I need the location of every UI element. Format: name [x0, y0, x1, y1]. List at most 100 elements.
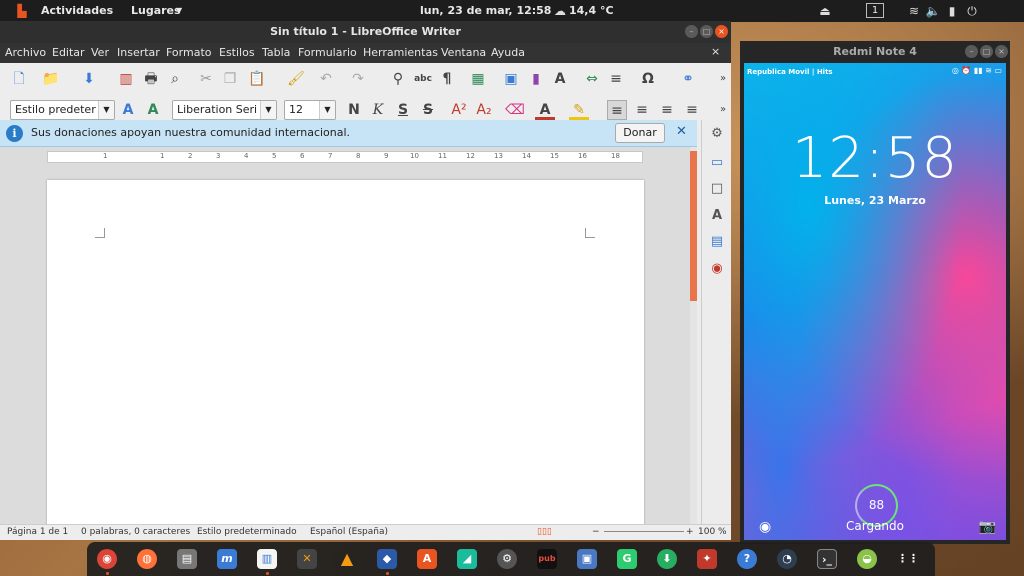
subscript-icon[interactable]: A₂	[474, 100, 494, 120]
status-zoom[interactable]: 100 %	[698, 527, 727, 537]
app-icon[interactable]: ▙	[14, 3, 30, 19]
superscript-icon[interactable]: A²	[449, 100, 469, 120]
weather-icon[interactable]: ☁	[552, 3, 568, 19]
download-icon[interactable]: ⬇	[657, 549, 677, 569]
clock-app-icon[interactable]: ◔	[777, 549, 797, 569]
menu-formulario[interactable]: Formulario	[298, 46, 357, 59]
italic-button[interactable]: K	[368, 100, 388, 120]
chevron-down-icon[interactable]: ▼	[319, 101, 335, 119]
find-replace-icon[interactable]: ⚲	[388, 69, 408, 89]
insert-field-icon[interactable]: ≡	[606, 69, 626, 89]
hyperlink-icon[interactable]: ⚭	[678, 69, 698, 89]
bold-button[interactable]: N	[344, 100, 364, 120]
donate-button[interactable]: Donar	[615, 123, 665, 143]
clone-formatting-icon[interactable]: 🖌	[286, 69, 306, 89]
horizontal-ruler[interactable]: 1 1 2 3 4 5 6 7 8 9 10 11 12 13 14 15 16…	[47, 151, 643, 163]
phone-screen[interactable]: Republica Movil | Hits ◎ ⏰ ▮▮ ≋ ▭ 12:58 …	[744, 63, 1006, 540]
vlc-icon[interactable]: ▲	[337, 549, 357, 569]
chevron-down-icon[interactable]: ▼	[98, 101, 114, 119]
page-icon[interactable]: □	[708, 180, 726, 198]
chrome-icon[interactable]: ◉	[97, 549, 117, 569]
clock-datetime[interactable]: lun, 23 de mar, 12:58	[420, 4, 551, 17]
insert-table-icon[interactable]: ▦	[468, 69, 488, 89]
gear-icon[interactable]: ⚙	[708, 125, 726, 143]
camera-icon[interactable]: 📷	[979, 519, 996, 535]
formatting-marks-icon[interactable]: ¶	[437, 69, 457, 89]
menu-insertar[interactable]: Insertar	[117, 46, 160, 59]
weather-temperature[interactable]: 14,4 °C	[569, 4, 614, 17]
new-document-icon[interactable]: 🗋	[9, 69, 29, 89]
strikethrough-button[interactable]: S	[418, 100, 438, 120]
menu-ayuda[interactable]: Ayuda	[491, 46, 525, 59]
underline-button[interactable]: S	[393, 100, 413, 120]
help-icon[interactable]: ?	[737, 549, 757, 569]
workspace-indicator[interactable]: 1	[866, 3, 884, 18]
navigator-icon[interactable]: ◉	[708, 260, 726, 278]
xampp-icon[interactable]: ✕	[297, 549, 317, 569]
align-center-icon[interactable]: ≡	[632, 100, 652, 120]
show-apps-icon[interactable]: ⋮⋮	[897, 549, 919, 569]
view-layout-icon[interactable]: ▯▯▯	[537, 527, 552, 537]
document-canvas[interactable]	[0, 147, 697, 524]
minimize-icon[interactable]: –	[685, 25, 698, 38]
gallery-icon[interactable]: ▤	[708, 233, 726, 251]
software-center-icon[interactable]: A	[417, 549, 437, 569]
copy-icon[interactable]: ❐	[220, 69, 240, 89]
status-language[interactable]: Español (España)	[310, 527, 388, 537]
terminal-icon[interactable]: ›_	[817, 549, 837, 569]
anydesk-icon[interactable]: ◢	[457, 549, 477, 569]
status-page-style[interactable]: Estilo predeterminado	[197, 527, 297, 537]
vertical-scrollbar[interactable]	[690, 147, 697, 524]
close-icon[interactable]: ×	[715, 25, 728, 38]
settings-app-icon[interactable]: ⚙	[497, 549, 517, 569]
shotwell-icon[interactable]: ✦	[697, 549, 717, 569]
zoom-slider[interactable]	[604, 531, 684, 532]
activities-button[interactable]: Actividades	[41, 4, 113, 17]
insert-textbox-icon[interactable]: A	[550, 69, 570, 89]
places-menu[interactable]: Lugares	[131, 4, 181, 17]
menu-editar[interactable]: Editar	[52, 46, 85, 59]
android-icon[interactable]: ◒	[857, 549, 877, 569]
volume-icon[interactable]: 🔈	[925, 3, 941, 19]
new-style-icon[interactable]: A	[143, 100, 163, 120]
toolbar-overflow-icon[interactable]: »	[713, 100, 733, 120]
remmina-icon[interactable]: ▣	[577, 549, 597, 569]
align-right-icon[interactable]: ≡	[657, 100, 677, 120]
game-icon[interactable]: pub	[537, 549, 557, 569]
gimp-icon[interactable]: G	[617, 549, 637, 569]
battery-icon[interactable]: ▮	[944, 3, 960, 19]
menu-formato[interactable]: Formato	[166, 46, 212, 59]
export-pdf-icon[interactable]: ▥	[116, 69, 136, 89]
zoom-out-icon[interactable]: −	[592, 527, 600, 537]
menu-estilos[interactable]: Estilos	[219, 46, 255, 59]
chevron-down-icon[interactable]: ▼	[260, 101, 276, 119]
close-document-icon[interactable]: ×	[711, 45, 720, 58]
insert-chart-icon[interactable]: ▮	[526, 69, 546, 89]
files-icon[interactable]: ▤	[177, 549, 197, 569]
cut-icon[interactable]: ✂	[196, 69, 216, 89]
paste-icon[interactable]: 📋	[247, 69, 267, 89]
minimize-icon[interactable]: –	[965, 45, 978, 58]
close-icon[interactable]: ×	[995, 45, 1008, 58]
print-icon[interactable]: 🖶	[141, 69, 161, 89]
wifi-icon[interactable]: ≋	[906, 3, 922, 19]
status-page[interactable]: Página 1 de 1	[7, 527, 68, 537]
paragraph-style-select[interactable]: Estilo predeter ▼	[10, 100, 115, 120]
menu-ver[interactable]: Ver	[91, 46, 109, 59]
highlight-icon[interactable]: ✎	[569, 100, 589, 120]
typora-icon[interactable]: m	[217, 549, 237, 569]
maximize-icon[interactable]: □	[700, 25, 713, 38]
toolbar-overflow-icon[interactable]: »	[713, 69, 733, 89]
insert-image-icon[interactable]: ▣	[501, 69, 521, 89]
power-menu-icon[interactable]: ⏻	[964, 3, 980, 19]
menu-ventana[interactable]: Ventana	[441, 46, 486, 59]
properties-icon[interactable]: ▭	[708, 154, 726, 172]
scrcpy-icon[interactable]: ◆	[377, 549, 397, 569]
print-preview-icon[interactable]: ⌕	[165, 69, 185, 89]
justify-icon[interactable]: ≡	[682, 100, 702, 120]
eject-icon[interactable]: ⏏	[817, 3, 833, 19]
firefox-icon[interactable]: ◍	[137, 549, 157, 569]
status-wordcount[interactable]: 0 palabras, 0 caracteres	[81, 527, 190, 537]
spelling-icon[interactable]: abc	[413, 69, 433, 89]
save-icon[interactable]: ⬇	[79, 69, 99, 89]
